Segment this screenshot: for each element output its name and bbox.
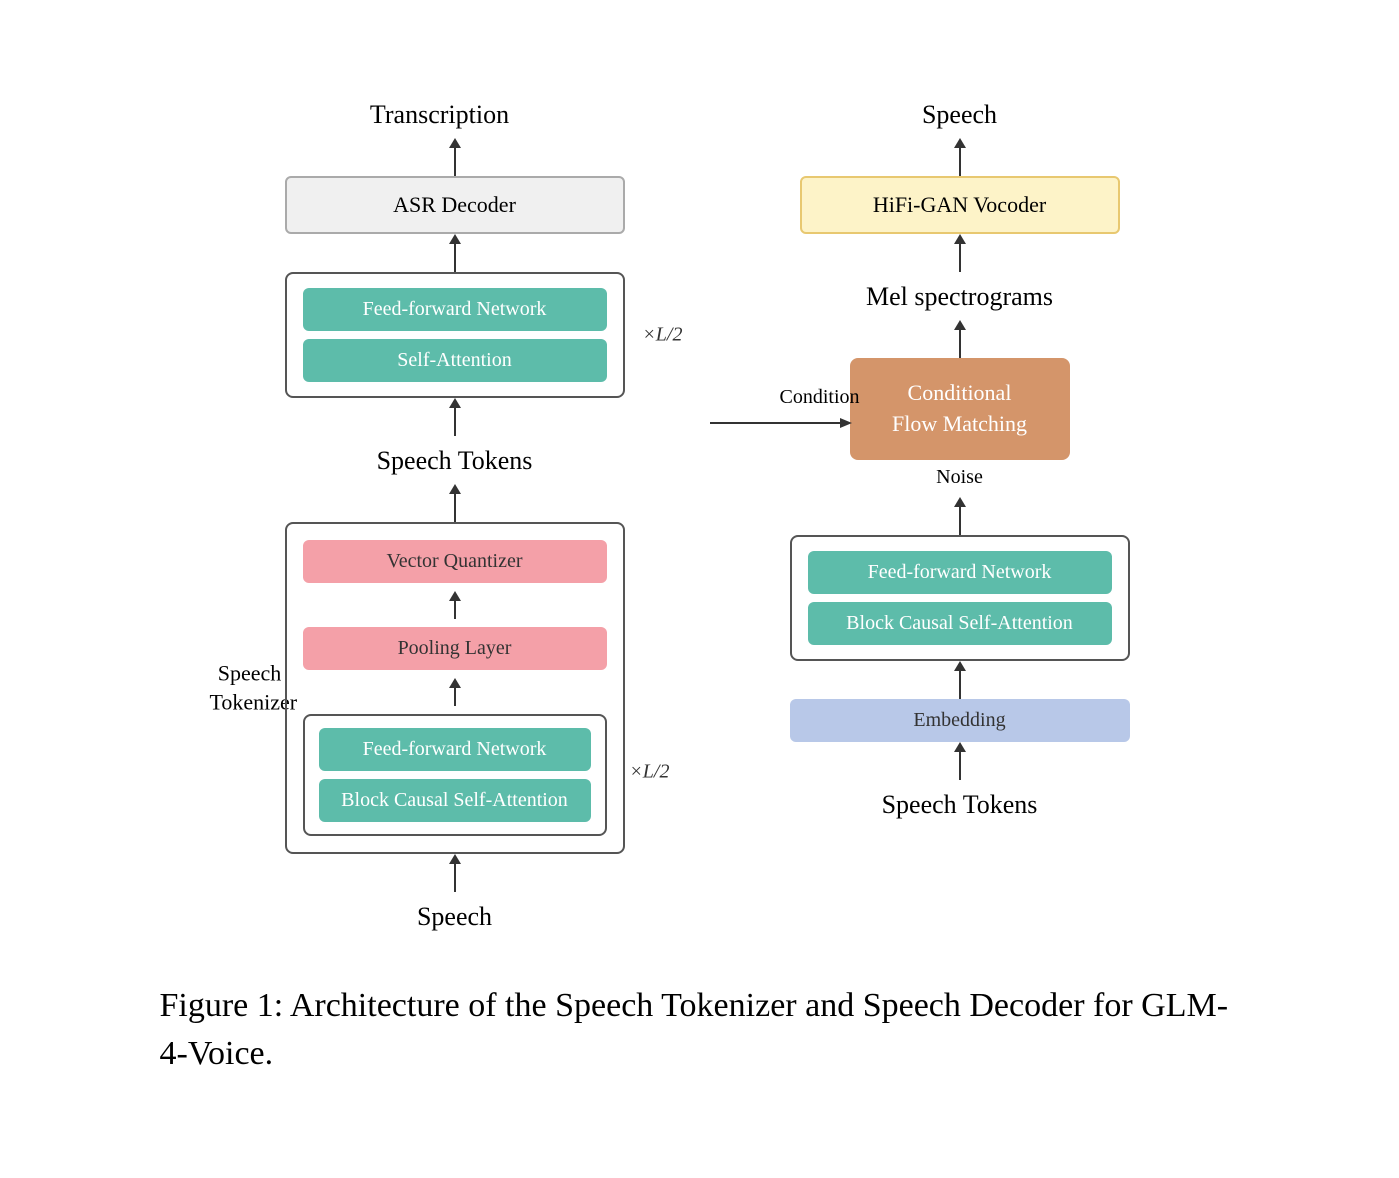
arrowhead <box>954 497 966 507</box>
speech-bottom-label: Speech <box>417 902 492 932</box>
arrowhead <box>449 484 461 494</box>
pool-arrow <box>449 678 461 706</box>
speech-tokens-bottom-label: Speech Tokens <box>882 790 1038 820</box>
cfm-section: Condition Conditional Flow Matching <box>740 320 1180 460</box>
diagram-area: Transcription ASR Decoder Feed-forward N… <box>160 100 1240 932</box>
arrow-hifigan-mel <box>954 234 966 272</box>
page-container: Transcription ASR Decoder Feed-forward N… <box>100 60 1300 1117</box>
vector-quantizer-box: Vector Quantizer <box>303 540 607 583</box>
vq-arrow <box>449 591 461 619</box>
ffn-upper-box: Feed-forward Network <box>303 288 607 331</box>
cfm-row: Condition Conditional Flow Matching <box>850 358 1070 460</box>
ffn-right-box: Feed-forward Network <box>808 551 1112 594</box>
cfm-text: Conditional Flow Matching <box>892 380 1027 436</box>
arrowhead <box>954 742 966 752</box>
arrowhead <box>449 854 461 864</box>
upper-transformer-block: Feed-forward Network Self-Attention ×L/2 <box>285 272 625 398</box>
arrow-line <box>959 330 961 358</box>
transcription-label: Transcription <box>370 100 509 130</box>
upper-multiplier: ×L/2 <box>642 324 682 347</box>
arrow-line <box>959 507 961 535</box>
speech-tokenizer-label: Speech Tokenizer <box>210 660 290 717</box>
arrow-to-speech <box>954 138 966 176</box>
decoder-block: Feed-forward Network Block Causal Self-A… <box>790 535 1130 661</box>
condition-area: Condition <box>710 386 860 433</box>
block-causal-sa-right-box: Block Causal Self-Attention <box>808 602 1112 645</box>
block-causal-sa-left-box: Block Causal Self-Attention <box>319 779 591 822</box>
lower-multiplier: ×L/2 <box>629 761 669 790</box>
arrow-line <box>454 601 456 619</box>
speech-tokenizer-box: Vector Quantizer Pooling Layer <box>285 522 625 854</box>
arrow-to-embed <box>954 742 966 780</box>
arrowhead <box>449 234 461 244</box>
tokenizer-label-text: Speech Tokenizer <box>210 661 298 715</box>
pooling-layer-box: Pooling Layer <box>303 627 607 670</box>
arrow-line <box>454 244 456 272</box>
arrow-transformer-to-tokens <box>449 398 461 436</box>
arrow-speech-in <box>449 854 461 892</box>
right-column: Speech HiFi-GAN Vocoder Mel spectrograms <box>740 100 1180 820</box>
cfm-box: Conditional Flow Matching <box>850 358 1070 460</box>
arrow-line <box>959 244 961 272</box>
left-column: Transcription ASR Decoder Feed-forward N… <box>220 100 660 932</box>
speech-top-label: Speech <box>922 100 997 130</box>
arrow-asr-to-transformer <box>449 234 461 272</box>
arrow-to-cfm <box>954 320 966 358</box>
asr-decoder-box: ASR Decoder <box>285 176 625 234</box>
arrowhead <box>954 138 966 148</box>
arrow-line <box>454 148 456 176</box>
noise-label: Noise <box>936 466 983 489</box>
arrowhead <box>449 138 461 148</box>
mel-label: Mel spectrograms <box>866 282 1053 312</box>
figure-caption: Figure 1: Architecture of the Speech Tok… <box>160 982 1240 1077</box>
hifigan-box: HiFi-GAN Vocoder <box>800 176 1120 234</box>
arrowhead <box>954 320 966 330</box>
speech-tokens-upper-label: Speech Tokens <box>377 446 533 476</box>
arrow-line <box>454 494 456 522</box>
embedding-box: Embedding <box>790 699 1130 742</box>
condition-label: Condition <box>779 386 859 409</box>
inner-transformer-block: Feed-forward Network Block Causal Self-A… <box>303 714 607 836</box>
arrow-to-tokenizer <box>449 484 461 522</box>
arrow-noise-to-decoder <box>954 497 966 535</box>
arrow-line <box>454 408 456 436</box>
arrow-decoder-embed <box>954 661 966 699</box>
arrow-to-transcription <box>449 138 461 176</box>
arrow-line <box>959 148 961 176</box>
condition-arrow-svg <box>710 413 860 433</box>
arrowhead <box>449 398 461 408</box>
self-attention-box: Self-Attention <box>303 339 607 382</box>
speech-tokenizer-outer: Speech Tokenizer Vector Quantizer Poolin… <box>220 522 660 854</box>
ffn-lower-box: Feed-forward Network <box>319 728 591 771</box>
arrowhead <box>449 591 461 601</box>
caption-text: Figure 1: Architecture of the Speech Tok… <box>160 987 1229 1072</box>
arrowhead <box>449 678 461 688</box>
arrow-line <box>454 864 456 892</box>
arrow-line <box>454 688 456 706</box>
arrow-line <box>959 671 961 699</box>
arrowhead <box>954 661 966 671</box>
arrow-line <box>959 752 961 780</box>
arrowhead <box>954 234 966 244</box>
